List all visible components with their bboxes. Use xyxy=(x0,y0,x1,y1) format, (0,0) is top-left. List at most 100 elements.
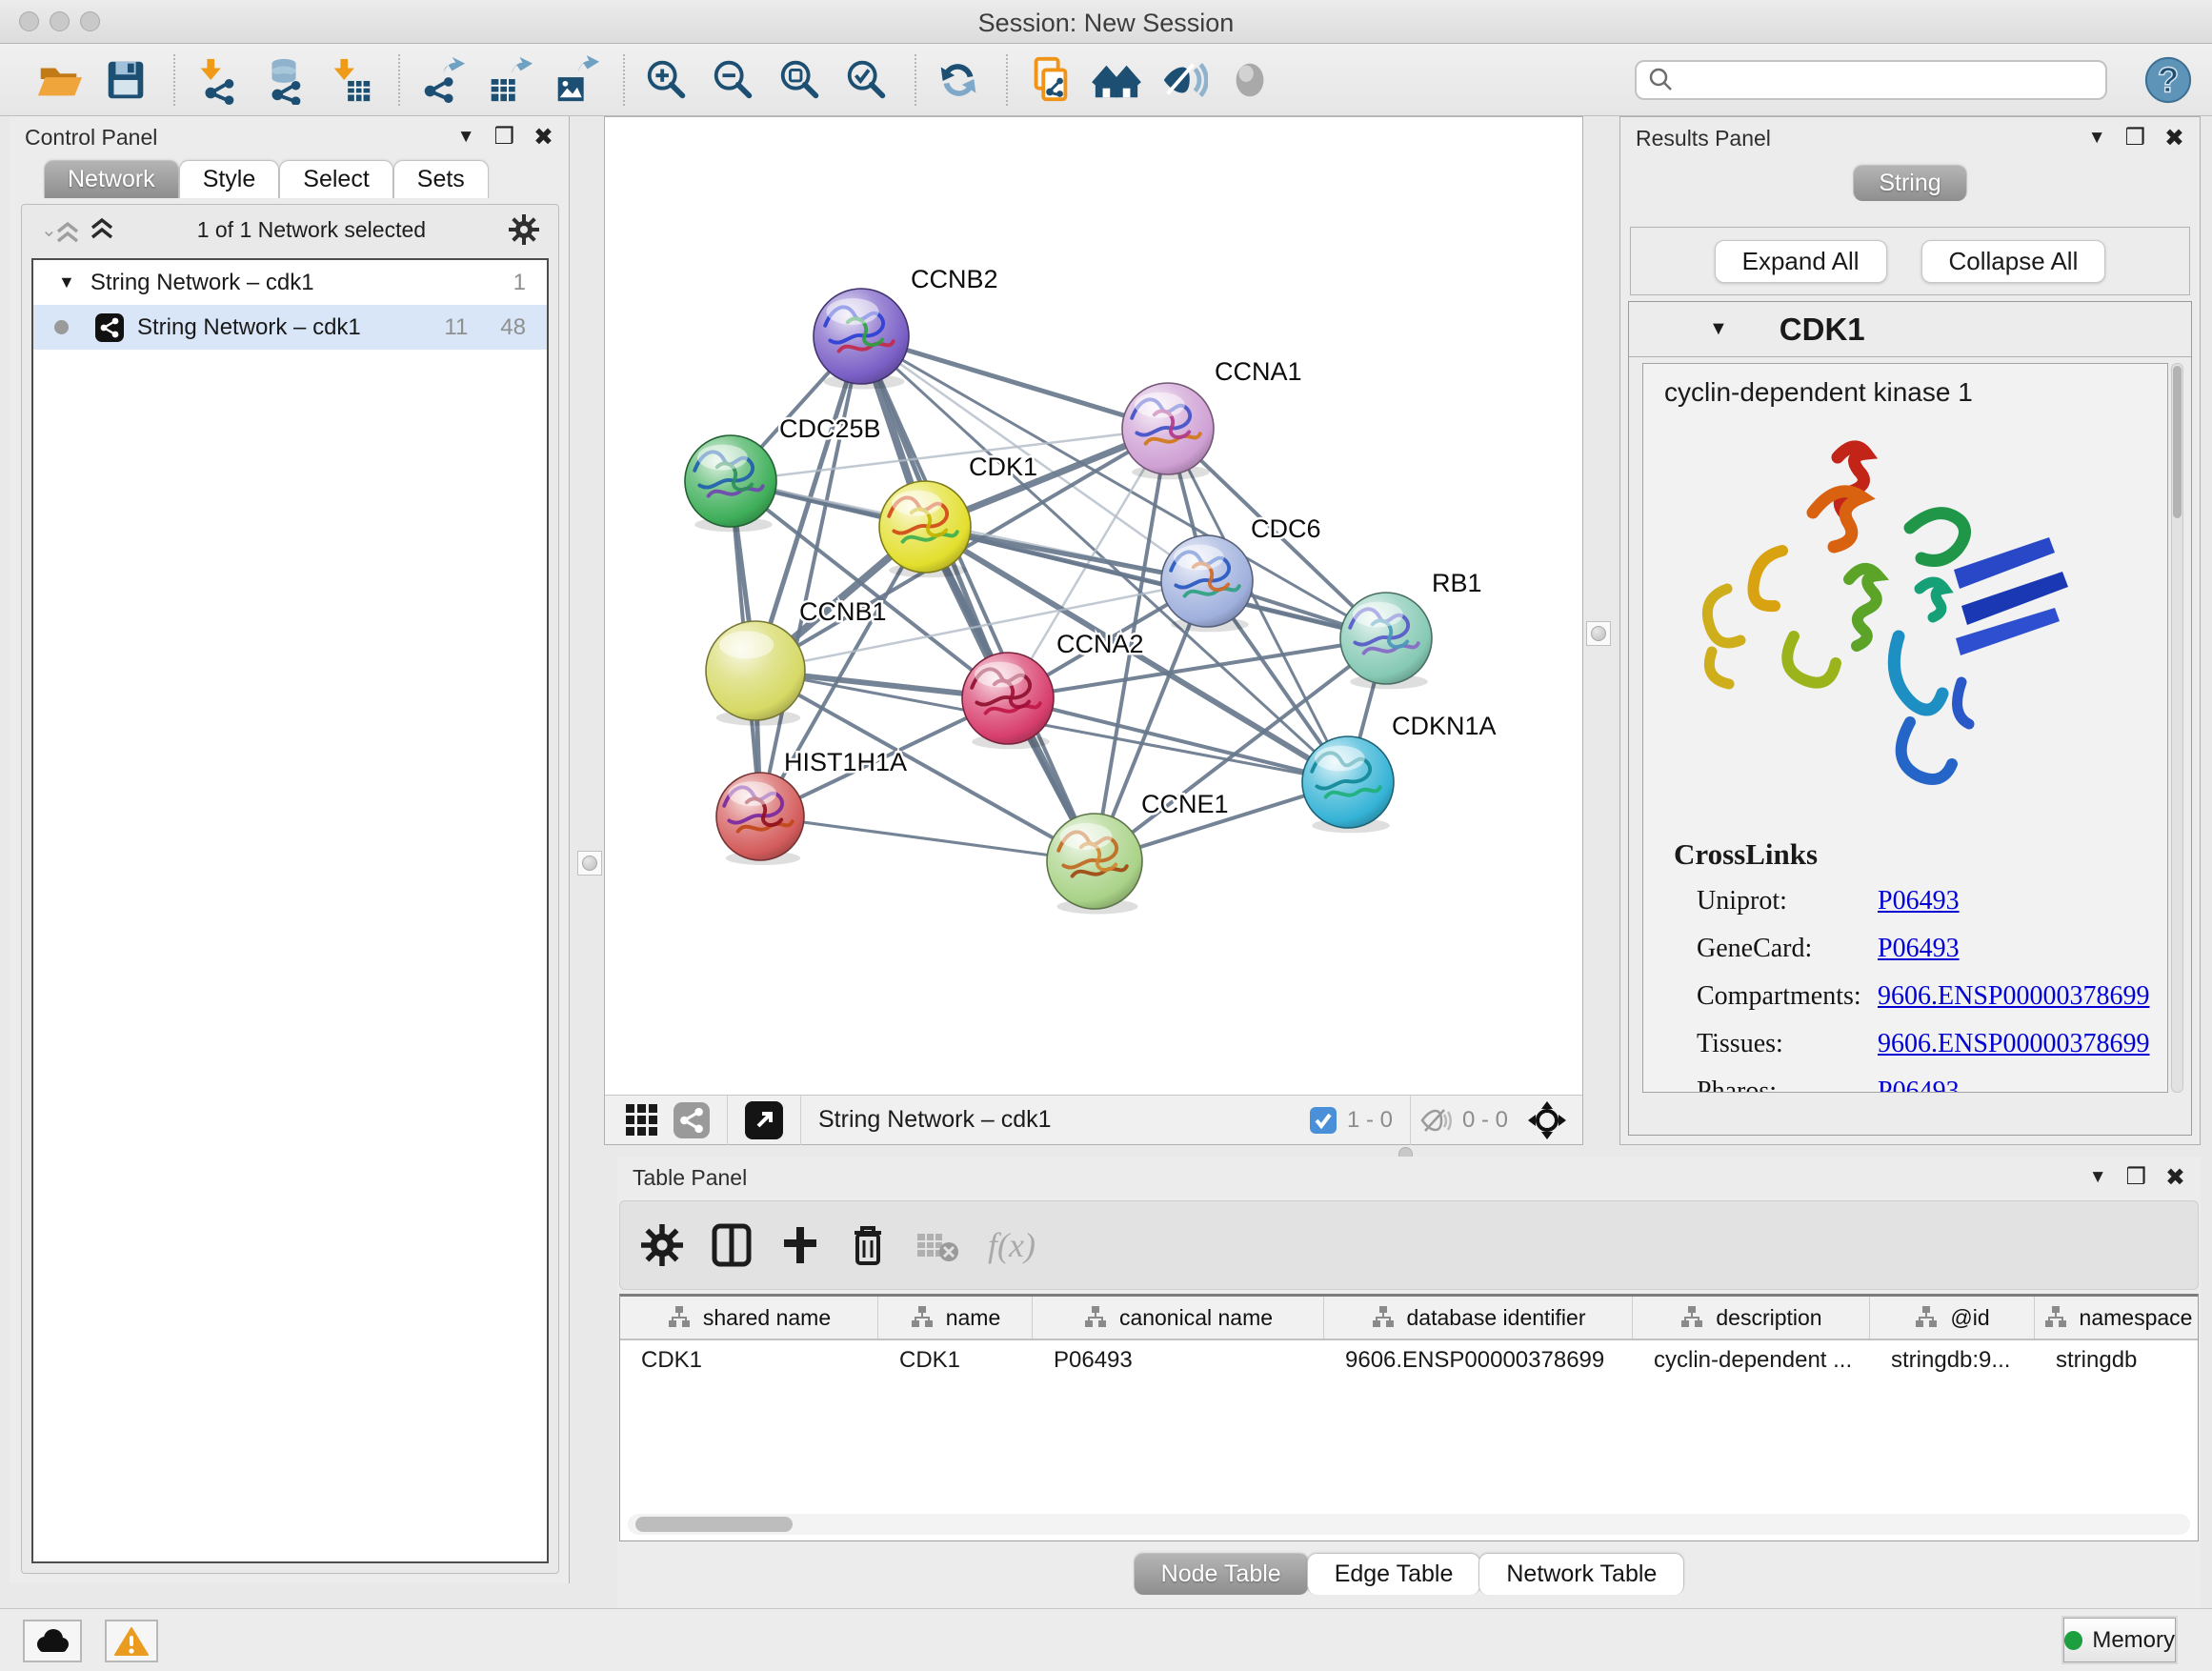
network-edge[interactable] xyxy=(760,816,1095,861)
tree-expand-icon[interactable]: ▼ xyxy=(58,272,75,292)
column-header-3[interactable]: database identifier xyxy=(1324,1297,1633,1339)
table-cell[interactable]: cyclin-dependent ... xyxy=(1633,1347,1870,1374)
tab-select[interactable]: Select xyxy=(279,160,392,198)
show-all-eye-icon[interactable] xyxy=(1223,53,1277,107)
column-header-2[interactable]: canonical name xyxy=(1033,1297,1324,1339)
search-box[interactable] xyxy=(1635,60,2107,100)
table-options-gear-icon[interactable] xyxy=(641,1224,683,1266)
save-session-icon[interactable] xyxy=(99,53,152,107)
open-session-icon[interactable] xyxy=(32,53,86,107)
network-collection-row[interactable]: ▼ String Network – cdk1 1 xyxy=(33,260,547,305)
warning-status-button[interactable] xyxy=(105,1620,158,1662)
right-splitter-handle[interactable] xyxy=(1586,621,1611,646)
column-header-1[interactable]: name xyxy=(878,1297,1033,1339)
open-in-new-window-icon[interactable] xyxy=(745,1101,783,1139)
zoom-out-icon[interactable] xyxy=(707,53,760,107)
column-header-label: namespace xyxy=(2080,1305,2193,1331)
cloud-icon xyxy=(33,1628,71,1655)
network-canvas[interactable]: CCNB2CCNA1CDC25BCDK1CDC6RB1CCNB1CCNA2CDK… xyxy=(605,117,1582,1095)
panel-float-icon[interactable]: ❒ xyxy=(494,126,515,149)
table-cell[interactable]: P06493 xyxy=(1033,1347,1324,1374)
panel-close-icon[interactable]: ✖ xyxy=(2165,1163,2185,1192)
expand-all-button[interactable]: Expand All xyxy=(1715,240,1887,283)
hide-selected-eye-slash-icon[interactable] xyxy=(1156,53,1210,107)
table-header-row: shared name name canonical namedatabase id… xyxy=(620,1297,2198,1340)
network-thumbnail-share-icon[interactable] xyxy=(674,1102,710,1138)
column-header-label: name xyxy=(946,1305,1001,1331)
panel-float-icon[interactable]: ❒ xyxy=(2125,127,2146,150)
tab-network[interactable]: Network xyxy=(44,160,179,198)
export-table-icon[interactable] xyxy=(482,53,535,107)
collapse-networks-icon[interactable] xyxy=(90,215,114,244)
import-table-file-icon[interactable] xyxy=(324,53,377,107)
zoom-fit-icon[interactable] xyxy=(774,53,827,107)
column-header-4[interactable]: description xyxy=(1633,1297,1870,1339)
selected-checkbox-icon[interactable] xyxy=(1309,1106,1337,1135)
column-header-0[interactable]: shared name xyxy=(620,1297,878,1339)
network-options-gear-icon[interactable] xyxy=(509,214,539,245)
table-cell[interactable]: CDK1 xyxy=(620,1347,878,1374)
network-row-selected[interactable]: String Network – cdk1 11 48 xyxy=(33,305,547,350)
crosslink-pharos-link[interactable]: P06493 xyxy=(1878,1077,1960,1093)
expand-all-networks-icon[interactable] xyxy=(55,215,80,244)
crosslink-compartments-link[interactable]: 9606.ENSP00000378699 xyxy=(1878,981,2149,1012)
clone-network-icon[interactable] xyxy=(1023,53,1076,107)
export-image-icon[interactable] xyxy=(549,53,602,107)
table-row[interactable]: CDK1CDK1P064939606.ENSP00000378699cyclin… xyxy=(620,1340,2198,1380)
refresh-view-icon[interactable] xyxy=(932,53,985,107)
table-cell[interactable]: stringdb xyxy=(2035,1347,2199,1374)
search-input[interactable] xyxy=(1675,67,2075,93)
table-cell[interactable]: CDK1 xyxy=(878,1347,1033,1374)
add-column-icon[interactable] xyxy=(780,1225,820,1265)
pan-tool-icon[interactable] xyxy=(1527,1100,1567,1140)
results-scrollbar[interactable] xyxy=(2171,363,2183,1093)
left-splitter-handle[interactable] xyxy=(577,851,602,876)
string-home-icon[interactable] xyxy=(1090,53,1143,107)
export-network-icon[interactable] xyxy=(415,53,469,107)
hidden-eye-slash-icon xyxy=(1418,1106,1453,1135)
delete-column-icon[interactable] xyxy=(849,1223,887,1267)
crosslink-label: Pharos: xyxy=(1697,1077,1878,1093)
zoom-in-icon[interactable] xyxy=(640,53,694,107)
table-horizontal-scrollbar[interactable] xyxy=(628,1514,2190,1535)
panel-float-icon[interactable]: ❒ xyxy=(2126,1166,2147,1189)
show-columns-icon[interactable] xyxy=(712,1223,752,1267)
cloud-status-button[interactable] xyxy=(23,1620,82,1662)
import-network-file-icon[interactable] xyxy=(191,53,244,107)
table-cell[interactable]: stringdb:9... xyxy=(1870,1347,2035,1374)
table-cell[interactable]: 9606.ENSP00000378699 xyxy=(1324,1347,1633,1374)
import-network-database-icon[interactable] xyxy=(257,53,311,107)
collapse-all-networks-icon[interactable]: ⌄ xyxy=(41,218,55,242)
tab-string[interactable]: String xyxy=(1853,165,1966,201)
column-type-icon xyxy=(1083,1305,1108,1330)
tab-node-table[interactable]: Node Table xyxy=(1134,1553,1309,1595)
crosslink-uniprot-link[interactable]: P06493 xyxy=(1878,886,1960,916)
network-edge[interactable] xyxy=(760,336,861,816)
memory-button[interactable]: Memory xyxy=(2063,1618,2176,1662)
panel-close-icon[interactable]: ✖ xyxy=(533,123,553,151)
network-share-icon xyxy=(95,313,124,342)
crosslink-genecard-link[interactable]: P06493 xyxy=(1878,934,1960,964)
zoom-selected-icon[interactable] xyxy=(840,53,894,107)
birds-eye-view-icon[interactable] xyxy=(624,1102,660,1138)
selected-node-edge-counts: 1 - 0 xyxy=(1347,1107,1393,1134)
collapse-all-button[interactable]: Collapse All xyxy=(1921,240,2106,283)
tab-edge-table[interactable]: Edge Table xyxy=(1307,1553,1481,1595)
column-header-6[interactable]: namespace xyxy=(2035,1297,2199,1339)
tab-style[interactable]: Style xyxy=(179,160,280,198)
help-button[interactable]: ? xyxy=(2142,53,2195,107)
tab-network-table[interactable]: Network Table xyxy=(1478,1553,1684,1595)
network-edge[interactable] xyxy=(861,336,1095,861)
protein-collapse-icon[interactable]: ▼ xyxy=(1709,318,1728,340)
panel-close-icon[interactable]: ✖ xyxy=(2164,124,2184,152)
network-node-label: CCNE1 xyxy=(1141,790,1229,818)
node-table[interactable]: shared name name canonical namedatabase id… xyxy=(619,1294,2199,1541)
panel-collapse-icon[interactable]: ▼ xyxy=(457,127,475,148)
panel-collapse-icon[interactable]: ▼ xyxy=(2089,1167,2107,1188)
crosslink-tissues-link[interactable]: 9606.ENSP00000378699 xyxy=(1878,1029,2149,1059)
collection-name: String Network – cdk1 xyxy=(90,270,314,296)
table-panel-title: Table Panel xyxy=(633,1165,747,1191)
tab-sets[interactable]: Sets xyxy=(393,160,489,198)
column-header-5[interactable]: @id xyxy=(1870,1297,2035,1339)
panel-collapse-icon[interactable]: ▼ xyxy=(2088,128,2106,149)
